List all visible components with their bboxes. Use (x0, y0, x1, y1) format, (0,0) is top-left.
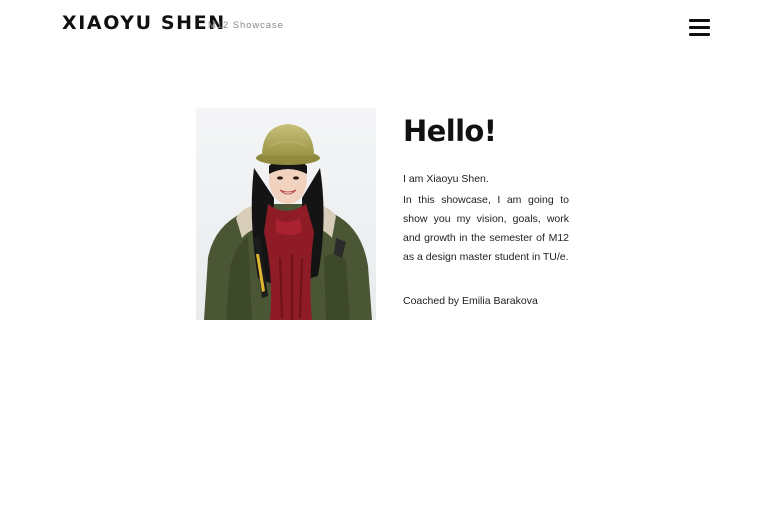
greeting-heading: Hello! (403, 114, 497, 148)
site-header: XIAOYU SHEN M12 Showcase (0, 0, 780, 50)
intro-name-text: I am Xiaoyu Shen. (403, 173, 489, 185)
site-title[interactable]: XIAOYU SHEN (62, 12, 226, 34)
coach-text: Coached by Emilia Barakova (403, 295, 538, 307)
site-subtitle: M12 Showcase (208, 20, 284, 31)
menu-bar (689, 26, 710, 29)
portrait-photo (196, 108, 376, 320)
intro-section: Hello! I am Xiaoyu Shen. In this showcas… (403, 112, 569, 310)
hamburger-menu-icon[interactable] (688, 18, 712, 40)
menu-bar (689, 33, 710, 36)
menu-bar (689, 19, 710, 22)
intro-description-text: In this showcase, I am going to show you… (403, 194, 569, 263)
